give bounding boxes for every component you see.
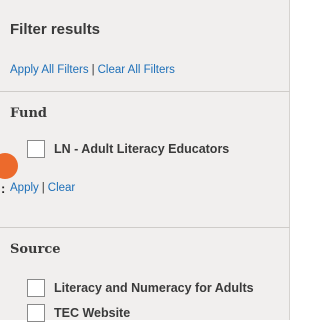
source-option-checkbox[interactable]: [27, 279, 45, 297]
source-option-checkbox[interactable]: [27, 304, 45, 322]
fund-clear-link[interactable]: Clear: [48, 182, 75, 194]
apply-all-filters-link[interactable]: Apply All Filters: [10, 64, 89, 76]
source-section-title: Source: [10, 242, 61, 257]
source-option-literacy-and-numeracy[interactable]: Literacy and Numeracy for Adults: [27, 278, 254, 298]
fund-option-label: LN - Adult Literacy Educators: [54, 142, 230, 156]
filter-actions: Apply All Filters | Clear All Filters: [10, 64, 175, 76]
filter-panel: Filter results Apply All Filters | Clear A…: [0, 0, 290, 323]
fund-option-checkbox[interactable]: [27, 140, 45, 158]
source-option-label: TEC Website: [54, 306, 131, 320]
cursor-glyph: :: [1, 181, 6, 196]
link-separator: |: [41, 182, 45, 194]
link-separator: |: [91, 64, 95, 76]
source-option-tec-website[interactable]: TEC Website: [27, 303, 130, 323]
source-option-label: Literacy and Numeracy for Adults: [54, 281, 254, 295]
fund-actions: Apply | Clear: [10, 182, 75, 194]
fund-option-ln-adult-literacy-educators[interactable]: LN - Adult Literacy Educators: [27, 139, 229, 159]
fund-section-title: Fund: [10, 106, 47, 121]
fund-apply-link[interactable]: Apply: [10, 182, 39, 194]
clear-all-filters-link[interactable]: Clear All Filters: [98, 64, 175, 76]
section-divider: [0, 91, 290, 92]
filter-panel-title: Filter results: [10, 21, 101, 38]
section-divider: [0, 227, 290, 228]
